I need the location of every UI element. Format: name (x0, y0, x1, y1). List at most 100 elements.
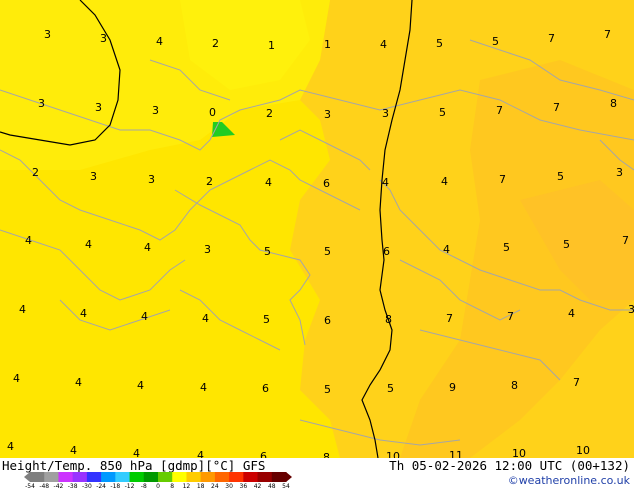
scale-tick-label: 0 (156, 483, 160, 490)
value-label: 4 (380, 38, 387, 51)
scale-swatch (58, 472, 74, 482)
scale-swatch (243, 472, 259, 482)
value-label: 4 (13, 372, 20, 385)
value-label: 7 (553, 101, 560, 114)
value-label: 5 (503, 241, 510, 254)
value-label: 5 (263, 313, 270, 326)
forecast-datetime: Th 05-02-2026 12:00 UTC (00+132) (389, 458, 630, 473)
scale-tick-label: -38 (67, 483, 78, 490)
scale-swatch (257, 472, 273, 482)
value-label: 3 (148, 173, 155, 186)
value-label: 3 (44, 28, 51, 41)
value-label: 5 (264, 245, 271, 258)
value-label: 4 (568, 307, 575, 320)
value-label: 4 (7, 440, 14, 453)
value-label: 1 (324, 38, 331, 51)
value-label: 0 (209, 106, 216, 119)
temperature-map-canvas: 3 3 4 2 1 1 4 5 5 7 7 3 3 3 0 2 3 3 5 7 … (0, 0, 634, 458)
scale-tick-label: 30 (225, 483, 233, 490)
scale-swatch (115, 472, 131, 482)
scale-tick-label: 54 (282, 483, 290, 490)
scale-swatch (271, 472, 287, 482)
value-label: 4 (382, 176, 389, 189)
scale-swatch (200, 472, 216, 482)
value-label: 4 (19, 303, 26, 316)
scale-tick-label: -24 (96, 483, 107, 490)
value-label: 5 (324, 383, 331, 396)
value-label: 1 (268, 39, 275, 52)
value-label: 3 (95, 101, 102, 114)
value-label: 4 (156, 35, 163, 48)
value-label: 3 (90, 170, 97, 183)
value-label: 9 (449, 381, 456, 394)
scale-swatch (214, 472, 230, 482)
value-label: 5 (492, 35, 499, 48)
value-label: 4 (265, 176, 272, 189)
value-label: 4 (144, 241, 151, 254)
value-label: 4 (202, 312, 209, 325)
scale-swatch (30, 472, 45, 482)
scale-swatch (129, 472, 145, 482)
value-label: 3 (616, 166, 623, 179)
value-label: 7 (604, 28, 611, 41)
scale-swatch (86, 472, 102, 482)
scale-swatch (158, 472, 173, 482)
value-label: 5 (439, 106, 446, 119)
scale-tick-label: -54 (25, 483, 35, 490)
scale-swatch (143, 472, 159, 482)
scale-tick-label: 8 (170, 483, 175, 490)
weather-map: 3 3 4 2 1 1 4 5 5 7 7 3 3 3 0 2 3 3 5 7 … (0, 0, 634, 458)
scale-swatch (44, 472, 59, 482)
credit-link[interactable]: ©weatheronline.co.uk (508, 474, 630, 487)
scale-arrow-right (286, 472, 292, 482)
value-label: 4 (25, 234, 32, 247)
value-label: 4 (80, 307, 87, 320)
scale-tick-label: -48 (39, 483, 50, 490)
value-label: 3 (628, 303, 634, 316)
value-label: 7 (496, 104, 503, 117)
value-label: 8 (323, 451, 330, 458)
value-label: 4 (141, 310, 148, 323)
value-label: 3 (38, 97, 45, 110)
scale-tick-label: -12 (124, 483, 135, 490)
scale-swatch (172, 472, 187, 482)
value-label: 4 (200, 381, 207, 394)
value-label: 3 (100, 32, 107, 45)
value-label: 4 (70, 444, 77, 457)
value-label: 6 (262, 382, 269, 395)
value-label: 10 (576, 444, 590, 457)
value-label: 3 (324, 108, 331, 121)
value-label: 10 (512, 447, 526, 458)
value-label: 5 (563, 238, 570, 251)
map-footer: Height/Temp. 850 hPa [gdmp][°C] GFS Th 0… (0, 458, 634, 490)
value-label: 5 (557, 170, 564, 183)
value-label: 7 (499, 173, 506, 186)
value-label: 7 (622, 234, 629, 247)
scale-tick-label: 18 (196, 483, 205, 490)
scale-tick-label: 12 (182, 483, 191, 490)
value-label: 6 (323, 177, 330, 190)
value-label: 5 (436, 37, 443, 50)
value-label: 6 (324, 314, 331, 327)
value-label: 8 (385, 313, 392, 326)
value-label: 2 (266, 107, 273, 120)
value-label: 10 (386, 450, 400, 458)
scale-tick-label: 36 (239, 483, 248, 490)
scale-tick-label: -18 (110, 483, 121, 490)
scale-tick-label: -8 (140, 483, 147, 490)
color-scale-bar (24, 472, 292, 482)
value-label: 2 (212, 37, 219, 50)
scale-tick-label: 24 (211, 483, 219, 490)
value-label: 8 (610, 97, 617, 110)
value-label: 4 (197, 449, 204, 458)
scale-swatch (186, 472, 202, 482)
value-label: 5 (324, 245, 331, 258)
value-label: 7 (507, 310, 514, 323)
scale-arrow-left (24, 472, 30, 482)
scale-tick-label: -30 (81, 483, 92, 490)
value-label: 7 (446, 312, 453, 325)
value-label: 3 (152, 104, 159, 117)
scale-swatch (229, 472, 244, 482)
value-label: 3 (382, 107, 389, 120)
value-label: 6 (383, 245, 390, 258)
